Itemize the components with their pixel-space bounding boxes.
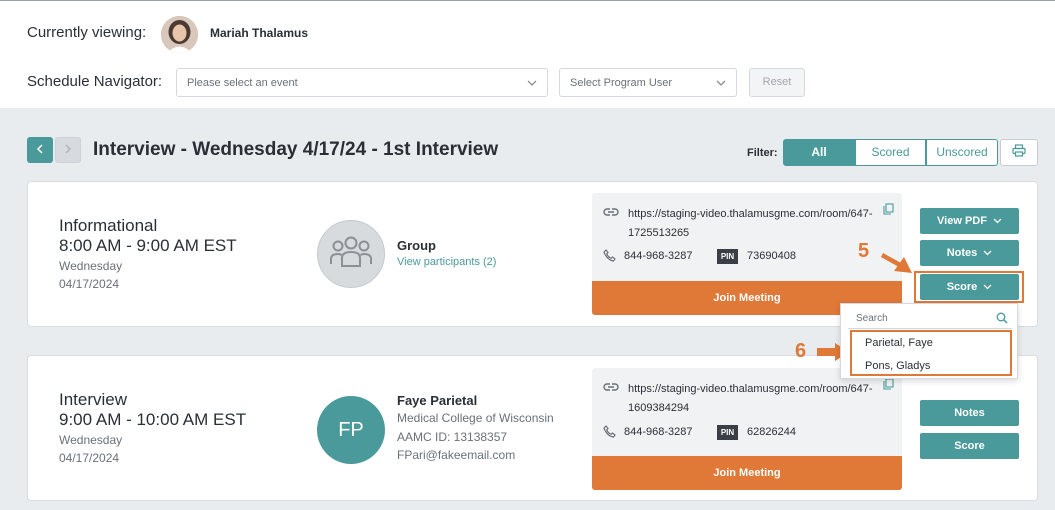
currently-viewing-label: Currently viewing: (27, 24, 147, 41)
participant-school: Medical College of Wisconsin (397, 411, 554, 425)
callout-number: 6 (795, 340, 807, 362)
meeting-info: https://staging-video.thalamusgme.com/ro… (592, 193, 902, 315)
event-time: 8:00 AM - 9:00 AM EST (59, 236, 237, 255)
event-day: Wednesday (59, 259, 123, 273)
participant-initials: FP (317, 396, 385, 464)
filter-group: All Scored Unscored (783, 139, 998, 166)
schedule-navigator-label: Schedule Navigator: (27, 73, 163, 90)
options-highlight (850, 330, 1012, 376)
participant-email: FPari@fakeemail.com (397, 448, 516, 462)
pin-badge: PIN (717, 249, 738, 264)
event-time: 9:00 AM - 10:00 AM EST (59, 410, 247, 429)
pin-value: 62826244 (747, 426, 796, 438)
previous-button[interactable] (27, 137, 53, 163)
print-button[interactable] (1000, 139, 1038, 166)
event-select-placeholder: Please select an event (187, 77, 298, 89)
filter-scored-button[interactable]: Scored (855, 139, 926, 166)
score-button[interactable]: Score (920, 433, 1019, 459)
chevron-down-icon (527, 78, 537, 90)
filter-all-button[interactable]: All (783, 139, 855, 166)
event-type: Interview (59, 390, 128, 409)
program-user-placeholder: Select Program User (570, 77, 673, 89)
avatar[interactable] (161, 16, 198, 53)
arrow-icon (880, 251, 914, 280)
view-participants-link[interactable]: View participants (2) (397, 256, 496, 268)
view-pdf-button[interactable]: View PDF (920, 208, 1019, 234)
printer-icon (1012, 143, 1026, 162)
event-date: 04/17/2024 (59, 277, 120, 291)
event-date: 04/17/2024 (59, 451, 120, 465)
score-dropdown: Search Parietal, Faye Pons, Gladys (840, 303, 1018, 379)
group-avatar (317, 220, 385, 288)
reset-button[interactable]: Reset (749, 68, 805, 97)
chevron-right-icon (64, 141, 72, 159)
participant-name: Group (397, 238, 436, 253)
participant-aamc-id: AAMC ID: 13138357 (397, 430, 508, 444)
link-icon (603, 380, 619, 398)
phone-icon (603, 249, 616, 267)
program-user-select[interactable]: Select Program User (559, 68, 737, 97)
search-placeholder: Search (856, 313, 888, 324)
notes-label: Notes (946, 247, 978, 259)
chevron-down-icon (983, 247, 992, 259)
event-select[interactable]: Please select an event (176, 68, 548, 97)
current-user-name: Mariah Thalamus (210, 26, 309, 40)
meeting-url[interactable]: https://staging-video.thalamusgme.com/ro… (628, 380, 884, 418)
phone-icon (603, 425, 616, 443)
score-button-highlight (914, 271, 1024, 303)
header-panel: Currently viewing: Mariah Thalamus Sched… (0, 0, 1055, 108)
link-icon (603, 205, 619, 223)
page-title: Interview - Wednesday 4/17/24 - 1st Inte… (93, 139, 499, 160)
event-day: Wednesday (59, 433, 123, 447)
pin-value: 73690408 (747, 250, 796, 262)
join-meeting-button[interactable]: Join Meeting (592, 456, 902, 490)
pin-badge: PIN (717, 425, 738, 440)
callout-number: 5 (858, 240, 870, 262)
chevron-left-icon (36, 141, 44, 159)
search-icon (996, 312, 1008, 327)
phone-number: 844-968-3287 (624, 426, 693, 438)
notes-button[interactable]: Notes (920, 240, 1019, 266)
copy-icon[interactable] (883, 202, 894, 220)
group-icon (329, 234, 373, 275)
dropdown-search-input[interactable]: Search (848, 309, 1012, 329)
meeting-info: https://staging-video.thalamusgme.com/ro… (592, 368, 902, 490)
filter-unscored-button[interactable]: Unscored (926, 139, 998, 166)
notes-button[interactable]: Notes (920, 400, 1019, 426)
phone-number: 844-968-3287 (624, 250, 693, 262)
copy-icon[interactable] (883, 377, 894, 395)
chevron-down-icon (993, 215, 1002, 227)
participant-name: Faye Parietal (397, 393, 478, 408)
next-button[interactable] (55, 137, 81, 163)
filter-label: Filter: (747, 147, 778, 159)
event-type: Informational (59, 216, 158, 235)
view-pdf-label: View PDF (937, 215, 987, 227)
chevron-down-icon (716, 78, 726, 90)
meeting-url[interactable]: https://staging-video.thalamusgme.com/ro… (628, 205, 884, 243)
